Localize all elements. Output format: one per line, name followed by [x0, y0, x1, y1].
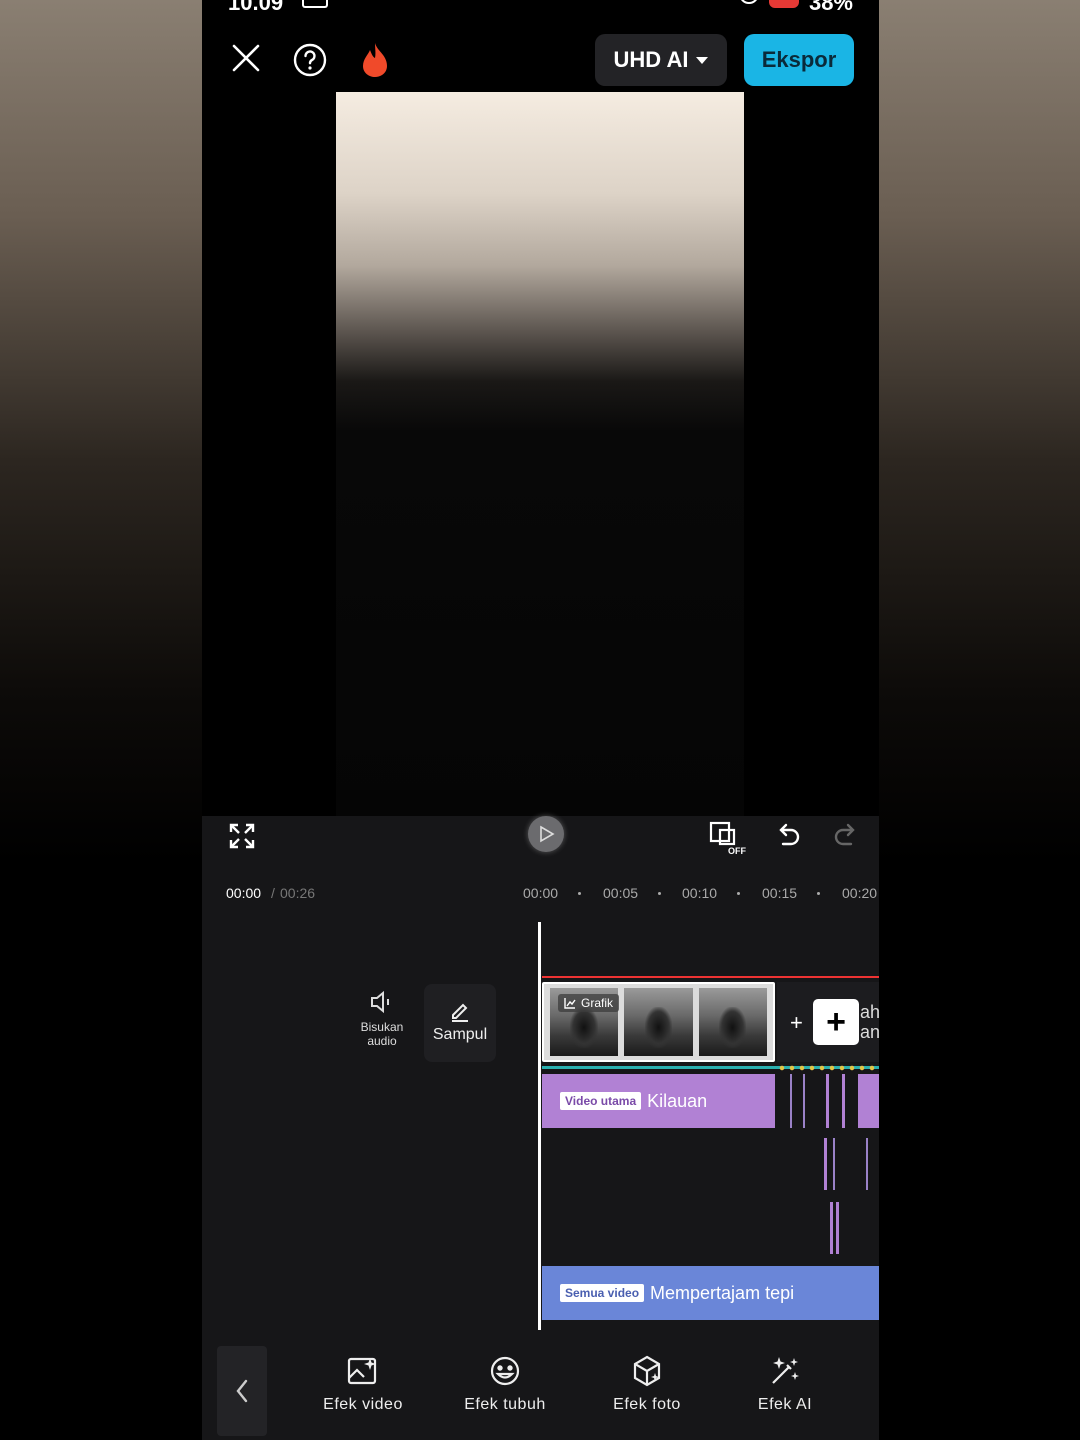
photo-effects-button[interactable]: Efek foto: [592, 1354, 702, 1414]
cube-sparkle-icon: [633, 1355, 661, 1387]
quality-label: UHD AI: [613, 47, 689, 72]
add-clip-text: ah an: [860, 1002, 879, 1042]
play-icon: [540, 825, 555, 843]
cover-button[interactable]: Sampul: [424, 984, 496, 1062]
cover-label: Sampul: [432, 1026, 488, 1043]
effect-marker: [826, 1074, 829, 1128]
effect-marker: [803, 1074, 805, 1128]
preview-area: [202, 92, 879, 816]
help-icon: [293, 43, 327, 77]
status-bar: 10.09 38%: [202, 0, 879, 18]
record-icon: [768, 0, 799, 8]
effect-track-sharpen[interactable]: Semua video Mempertajam tepi: [542, 1266, 879, 1320]
effect-marker: [833, 1138, 835, 1190]
clip-thumbnail: [698, 988, 767, 1056]
ruler-dot: [658, 892, 661, 895]
ruler-tick: 00:15: [762, 885, 798, 901]
video-effects-button[interactable]: Efek video: [308, 1354, 418, 1414]
add-clip-button[interactable]: +: [813, 999, 859, 1045]
tool-label: Efek AI: [757, 1396, 813, 1413]
caret-down-icon: [696, 56, 709, 64]
status-right: 38%: [738, 0, 853, 16]
magic-wand-icon: [772, 1357, 799, 1384]
close-button[interactable]: [228, 40, 264, 76]
track-marker-line: [542, 976, 879, 978]
clip-graph-label: Grafik: [558, 994, 620, 1012]
mute-audio-label: Bisukan audio: [360, 1020, 404, 1048]
effect-track-next[interactable]: [858, 1074, 879, 1128]
keyframe-off-icon: OFF: [709, 821, 746, 856]
mute-audio-button[interactable]: Bisukan audio: [350, 990, 414, 1060]
total-time: 00:26: [280, 885, 316, 901]
time-ruler: 00:00 / 00:26 00:00 00:05 00:10 00:15 00…: [202, 876, 879, 910]
status-time: 10.09: [228, 0, 284, 15]
current-time: 00:00: [226, 885, 262, 901]
pencil-icon: [452, 1003, 468, 1022]
back-button[interactable]: [217, 1346, 267, 1436]
ruler-dot: [817, 892, 820, 895]
export-button[interactable]: Ekspor: [744, 34, 854, 86]
effect-marker: [830, 1202, 833, 1254]
close-icon: [232, 44, 260, 72]
tool-label: Efek foto: [613, 1396, 681, 1413]
add-transition-button[interactable]: +: [790, 1010, 803, 1036]
effect-marker: [866, 1138, 868, 1190]
svg-text:OFF: OFF: [728, 846, 746, 856]
ruler-tick: 00:05: [603, 885, 639, 901]
tool-label: Efek tubuh: [464, 1396, 546, 1413]
ruler-tick: 00:20: [842, 885, 878, 901]
time-separator: /: [271, 885, 275, 901]
app-screen: 10.09 38% UHD AI Ekspor OFF 00:00 / 00:2…: [202, 0, 879, 1440]
main-video-clip[interactable]: Grafik: [542, 982, 775, 1062]
playhead[interactable]: [538, 922, 541, 1330]
playback-controls: OFF: [202, 816, 879, 876]
clip-graph-text: Grafik: [581, 996, 614, 1010]
clip-thumbnail: [624, 988, 693, 1056]
face-icon: [490, 1356, 520, 1386]
quality-dropdown[interactable]: UHD AI: [595, 34, 727, 86]
effect-marker: [790, 1074, 792, 1128]
ruler-tick: 00:00: [523, 885, 559, 901]
effect-name: Mempertajam tepi: [650, 1282, 795, 1303]
trending-button[interactable]: [357, 40, 393, 80]
effect-marker: [836, 1202, 839, 1254]
graph-icon: [564, 998, 576, 1009]
keyframe-toggle[interactable]: OFF: [708, 820, 748, 856]
beat-markers: [777, 1065, 879, 1071]
redo-button[interactable]: [832, 822, 862, 852]
fullscreen-icon: [229, 823, 255, 849]
video-preview[interactable]: [336, 92, 744, 816]
backdrop-right: [879, 0, 1080, 1440]
chevron-left-icon: [236, 1379, 248, 1403]
fire-icon: [363, 43, 387, 77]
cast-icon: [302, 0, 328, 8]
backdrop-left: [0, 0, 202, 1440]
redo-icon: [834, 823, 855, 846]
effect-scope-badge: Video utama: [560, 1092, 642, 1110]
ai-effects-button[interactable]: Efek AI: [730, 1354, 840, 1414]
effect-name: Kilauan: [647, 1090, 708, 1111]
help-button[interactable]: [292, 42, 328, 78]
effect-scope-badge: Semua video: [560, 1284, 645, 1302]
undo-button[interactable]: [774, 822, 804, 852]
fullscreen-button[interactable]: [228, 822, 258, 852]
speaker-icon: [371, 990, 389, 1014]
image-sparkle-icon: [347, 1357, 377, 1385]
battery-text: 38%: [808, 0, 853, 15]
tool-label: Efek video: [323, 1396, 403, 1413]
effect-marker: [824, 1138, 827, 1190]
effect-marker: [842, 1074, 845, 1128]
body-effects-button[interactable]: Efek tubuh: [450, 1354, 560, 1414]
ruler-tick: 00:10: [682, 885, 718, 901]
top-toolbar: UHD AI Ekspor: [202, 18, 879, 92]
alarm-icon: [738, 0, 759, 4]
ruler-dot: [737, 892, 740, 895]
undo-icon: [779, 823, 800, 846]
timeline[interactable]: Bisukan audio Sampul Grafik + + ah an Vi…: [202, 910, 879, 1334]
ruler-dot: [578, 892, 581, 895]
play-button[interactable]: [528, 816, 564, 852]
bottom-toolbar: Efek video Efek tubuh Efek foto Efek AI: [202, 1334, 879, 1440]
effect-track-kilauan[interactable]: Video utama Kilauan: [542, 1074, 775, 1128]
